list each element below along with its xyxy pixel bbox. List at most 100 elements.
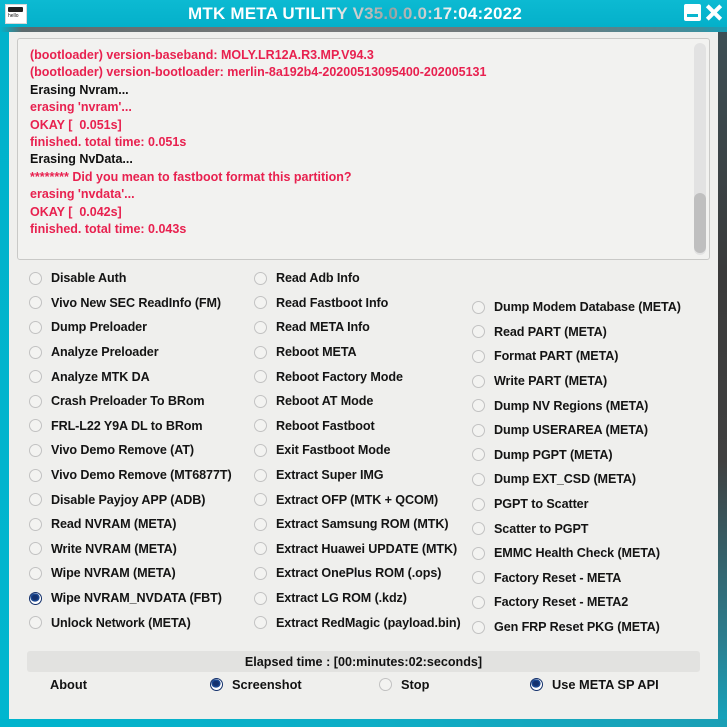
radio-icon[interactable] xyxy=(254,370,267,384)
option-row[interactable]: Read NVRAM (META) xyxy=(29,512,244,537)
option-row[interactable]: PGPT to Scatter xyxy=(472,492,712,517)
option-row[interactable]: Reboot Fastboot xyxy=(254,414,479,439)
option-row[interactable]: Dump PGPT (META) xyxy=(472,443,712,468)
option-row[interactable]: Read PART (META) xyxy=(472,320,712,345)
radio-icon[interactable] xyxy=(254,271,267,285)
option-row[interactable]: Format PART (META) xyxy=(472,344,712,369)
option-row[interactable]: Analyze Preloader xyxy=(29,340,244,365)
option-row[interactable]: Vivo Demo Remove (MT6877T) xyxy=(29,463,244,488)
option-row[interactable]: Reboot META xyxy=(254,340,479,365)
radio-icon[interactable] xyxy=(29,394,42,408)
radio-icon[interactable] xyxy=(254,296,267,310)
radio-icon[interactable] xyxy=(29,443,42,457)
radio-icon[interactable] xyxy=(254,517,267,531)
option-row[interactable]: Reboot AT Mode xyxy=(254,389,479,414)
radio-icon[interactable] xyxy=(254,542,267,556)
option-row[interactable]: FRL-L22 Y9A DL to BRom xyxy=(29,414,244,439)
option-row[interactable]: Vivo New SEC ReadInfo (FM) xyxy=(29,291,244,316)
radio-icon[interactable] xyxy=(29,566,42,580)
option-row[interactable]: Write PART (META) xyxy=(472,369,712,394)
option-row[interactable]: Dump Modem Database (META) xyxy=(472,295,712,320)
radio-icon[interactable] xyxy=(472,374,485,388)
option-row[interactable]: Dump USERAREA (META) xyxy=(472,418,712,443)
radio-icon[interactable] xyxy=(254,616,267,630)
option-row[interactable]: Read Fastboot Info xyxy=(254,291,479,316)
radio-icon[interactable] xyxy=(472,349,485,363)
option-row[interactable]: Dump EXT_CSD (META) xyxy=(472,467,712,492)
radio-icon[interactable] xyxy=(29,345,42,359)
radio-icon[interactable] xyxy=(29,320,42,334)
radio-icon[interactable] xyxy=(472,497,485,511)
option-row[interactable]: Gen FRP Reset PKG (META) xyxy=(472,615,712,640)
radio-icon[interactable] xyxy=(29,493,42,507)
use-meta-sp-api-radio-icon[interactable] xyxy=(530,677,543,691)
about-button[interactable]: About xyxy=(50,673,87,695)
radio-icon[interactable] xyxy=(254,443,267,457)
radio-icon[interactable] xyxy=(472,399,485,413)
option-row[interactable]: Read META Info xyxy=(254,315,479,340)
option-row[interactable]: Extract RedMagic (payload.bin) xyxy=(254,610,479,635)
radio-icon[interactable] xyxy=(472,571,485,585)
option-row[interactable]: Extract Super IMG xyxy=(254,463,479,488)
radio-icon[interactable] xyxy=(472,423,485,437)
radio-icon[interactable] xyxy=(472,448,485,462)
radio-icon[interactable] xyxy=(29,542,42,556)
radio-icon[interactable] xyxy=(472,472,485,486)
option-row[interactable]: Factory Reset - META xyxy=(472,566,712,591)
radio-icon[interactable] xyxy=(29,370,42,384)
screenshot-option[interactable]: Screenshot xyxy=(210,673,302,695)
log-output-panel[interactable]: (bootloader) version-baseband: MOLY.LR12… xyxy=(17,38,710,260)
option-row[interactable]: Extract OnePlus ROM (.ops) xyxy=(254,561,479,586)
screenshot-radio-icon[interactable] xyxy=(210,677,223,691)
radio-icon[interactable] xyxy=(254,566,267,580)
option-row[interactable]: Scatter to PGPT xyxy=(472,516,712,541)
option-row[interactable]: Extract OFP (MTK + QCOM) xyxy=(254,487,479,512)
radio-icon[interactable] xyxy=(254,468,267,482)
option-row[interactable]: Disable Auth xyxy=(29,266,244,291)
option-row[interactable]: Vivo Demo Remove (AT) xyxy=(29,438,244,463)
radio-icon[interactable] xyxy=(472,325,485,339)
option-row[interactable]: Extract Huawei UPDATE (MTK) xyxy=(254,537,479,562)
radio-icon[interactable] xyxy=(254,320,267,334)
log-scrollbar-thumb[interactable] xyxy=(694,193,706,253)
option-row[interactable]: Crash Preloader To BRom xyxy=(29,389,244,414)
use-meta-sp-api-option[interactable]: Use META SP API xyxy=(530,673,659,695)
radio-icon[interactable] xyxy=(29,296,42,310)
option-row[interactable]: Reboot Factory Mode xyxy=(254,364,479,389)
stop-option[interactable]: Stop xyxy=(379,673,429,695)
log-scrollbar[interactable] xyxy=(693,41,707,257)
option-row[interactable]: Wipe NVRAM_NVDATA (FBT) xyxy=(29,586,244,611)
option-row[interactable]: Disable Payjoy APP (ADB) xyxy=(29,487,244,512)
radio-icon[interactable] xyxy=(254,419,267,433)
radio-icon[interactable] xyxy=(29,591,42,605)
stop-radio-icon[interactable] xyxy=(379,677,392,691)
option-row[interactable]: Analyze MTK DA xyxy=(29,364,244,389)
option-row[interactable]: Wipe NVRAM (META) xyxy=(29,561,244,586)
radio-icon[interactable] xyxy=(472,300,485,314)
radio-icon[interactable] xyxy=(472,620,485,634)
radio-icon[interactable] xyxy=(254,394,267,408)
option-row[interactable]: Read Adb Info xyxy=(254,266,479,291)
radio-icon[interactable] xyxy=(472,595,485,609)
radio-icon[interactable] xyxy=(29,468,42,482)
option-row[interactable]: Dump Preloader xyxy=(29,315,244,340)
radio-icon[interactable] xyxy=(29,517,42,531)
option-row[interactable]: Dump NV Regions (META) xyxy=(472,393,712,418)
option-row[interactable]: Factory Reset - META2 xyxy=(472,590,712,615)
radio-icon[interactable] xyxy=(254,345,267,359)
option-row[interactable]: Exit Fastboot Mode xyxy=(254,438,479,463)
radio-icon[interactable] xyxy=(254,493,267,507)
minimize-icon[interactable] xyxy=(684,4,701,21)
radio-icon[interactable] xyxy=(29,616,42,630)
radio-icon[interactable] xyxy=(472,522,485,536)
radio-icon[interactable] xyxy=(29,271,42,285)
radio-icon[interactable] xyxy=(472,546,485,560)
option-row[interactable]: Extract Samsung ROM (MTK) xyxy=(254,512,479,537)
option-row[interactable]: Write NVRAM (META) xyxy=(29,537,244,562)
option-row[interactable]: Unlock Network (META) xyxy=(29,610,244,635)
close-icon[interactable] xyxy=(705,3,723,22)
option-row[interactable]: EMMC Health Check (META) xyxy=(472,541,712,566)
option-row[interactable]: Extract LG ROM (.kdz) xyxy=(254,586,479,611)
radio-icon[interactable] xyxy=(29,419,42,433)
radio-icon[interactable] xyxy=(254,591,267,605)
